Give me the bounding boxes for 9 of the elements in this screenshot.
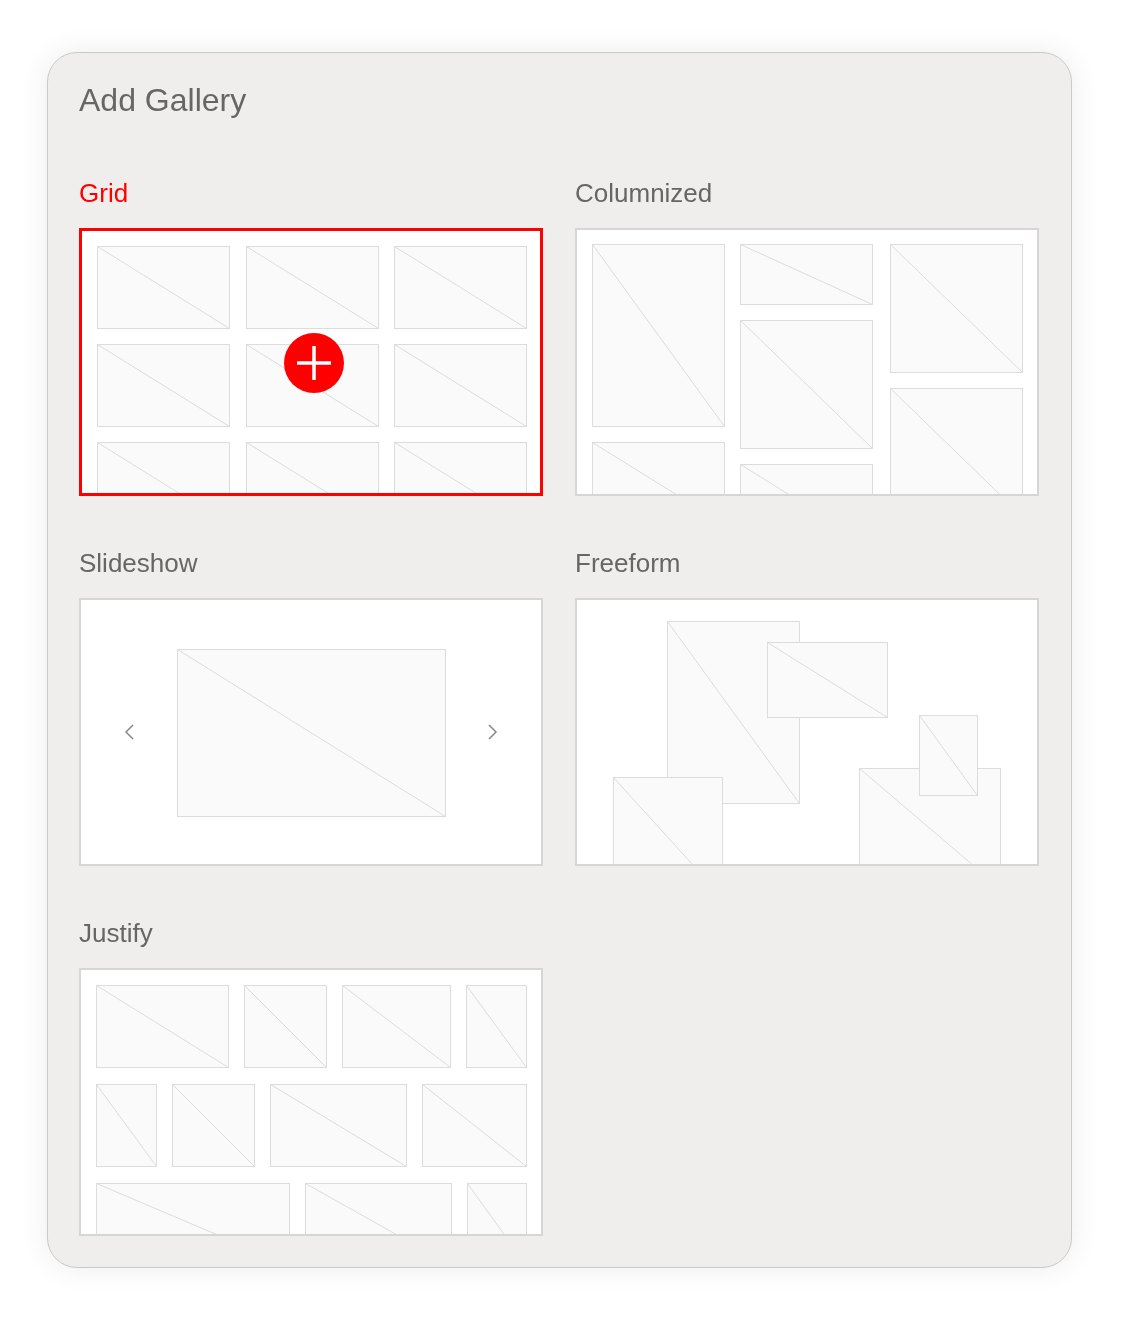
gallery-label: Freeform	[575, 548, 681, 578]
add-icon[interactable]	[283, 332, 345, 394]
chevron-left-icon[interactable]	[124, 724, 134, 740]
panel-title: Add Gallery	[79, 81, 247, 120]
gallery-label: Grid	[79, 178, 129, 208]
gallery-label: Slideshow	[79, 548, 198, 578]
gallery-label: Justify	[79, 918, 153, 948]
gallery-label: Columnized	[575, 178, 713, 208]
chevron-right-icon[interactable]	[488, 724, 498, 740]
